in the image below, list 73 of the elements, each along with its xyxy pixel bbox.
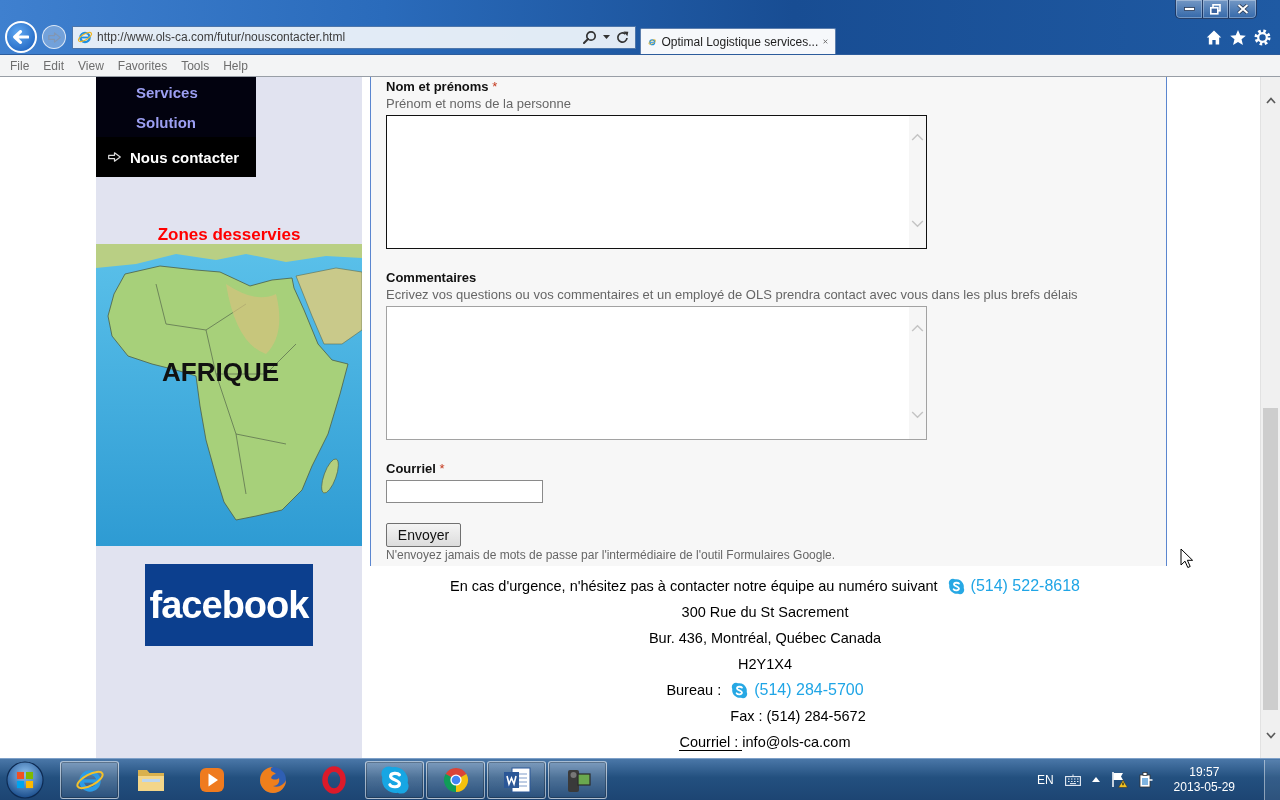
caret-up-icon[interactable] bbox=[1091, 777, 1100, 782]
map-label: AFRIQUE bbox=[162, 358, 279, 386]
sidebar-item[interactable]: Solution bbox=[96, 107, 256, 137]
facebook-logo[interactable]: facebook bbox=[145, 564, 313, 646]
menu-item[interactable]: Edit bbox=[36, 58, 72, 73]
help-text: Prénom et noms de la personne bbox=[386, 95, 572, 112]
menu-item[interactable]: Tools bbox=[174, 58, 217, 73]
menu-item[interactable]: Help bbox=[216, 58, 255, 73]
search-icon[interactable] bbox=[583, 30, 597, 44]
arrow-right-icon bbox=[47, 31, 61, 43]
email-label: Courriel : bbox=[679, 733, 743, 751]
address-field[interactable]: http://www.ols-ca.com/futur/nouscontacter.html bbox=[72, 25, 636, 49]
arrow-left-icon bbox=[13, 30, 29, 44]
taskbar-app-button[interactable] bbox=[548, 760, 607, 799]
segmented-circle-icon bbox=[441, 765, 470, 794]
menu-item[interactable]: View bbox=[71, 58, 111, 73]
e-logo-icon bbox=[77, 29, 93, 45]
chevron-up-icon[interactable] bbox=[1265, 97, 1276, 104]
footer-text: H2Y1X4 bbox=[738, 656, 792, 672]
scroll-thumb[interactable] bbox=[1263, 408, 1278, 710]
folder-icon bbox=[136, 767, 165, 792]
taskbar-app-button[interactable] bbox=[487, 760, 546, 799]
globe-icon bbox=[258, 765, 287, 794]
clock[interactable]: 19:57 2013-05-29 bbox=[1173, 764, 1235, 795]
footer-text: Bur. 436, Montréal, Québec Canada bbox=[648, 630, 882, 646]
help-text: Ecrivez vos questions ou vos commentaires et un employé de OLS prendra contact avec vous dans les plus brefs délais bbox=[386, 286, 1079, 303]
settings-icon[interactable] bbox=[1254, 28, 1271, 46]
page-scrollbar[interactable] bbox=[1260, 77, 1280, 758]
back-button[interactable] bbox=[5, 21, 37, 53]
text-input-field[interactable] bbox=[386, 480, 543, 503]
play-icon bbox=[198, 766, 225, 793]
taskbar-app-button[interactable] bbox=[365, 760, 424, 799]
submit-button[interactable]: Envoyer bbox=[386, 523, 461, 547]
caret-down-icon[interactable] bbox=[603, 35, 610, 39]
star-icon[interactable] bbox=[1230, 29, 1246, 45]
taskbar-app-button[interactable] bbox=[60, 760, 119, 799]
minimize-icon bbox=[1183, 7, 1195, 11]
close-icon bbox=[1236, 4, 1249, 14]
browser-tab[interactable]: Optimal Logistique services... bbox=[640, 28, 836, 54]
close-icon[interactable] bbox=[823, 37, 828, 46]
sidebar-item[interactable]: Nous contacter bbox=[96, 137, 256, 177]
footer-text: Bureau : bbox=[666, 682, 722, 698]
flag-icon[interactable] bbox=[1110, 771, 1128, 788]
document-icon bbox=[502, 766, 531, 793]
menu-item[interactable]: File bbox=[3, 58, 37, 73]
restore-icon bbox=[1210, 3, 1221, 15]
field-label: Nom et prénoms * bbox=[386, 78, 499, 95]
field-label: Commentaires bbox=[386, 269, 478, 286]
minimize-button[interactable] bbox=[1175, 0, 1203, 19]
footer-text: Fax : (514) 284-5672 bbox=[730, 708, 866, 724]
home-icon[interactable] bbox=[1206, 29, 1222, 45]
power-icon[interactable] bbox=[1138, 771, 1153, 788]
sidebar-item[interactable]: Services bbox=[96, 77, 256, 107]
language-indicator[interactable]: EN bbox=[1036, 772, 1054, 787]
start-orb-icon bbox=[6, 760, 44, 799]
mouse-pointer-icon bbox=[1180, 548, 1193, 569]
footer-text: 300 Rue du St Sacrement bbox=[681, 604, 849, 620]
footer-text: En cas d'urgence, n'hésitez pas à contacter notre équipe au numéro suivant bbox=[450, 578, 938, 594]
close-button[interactable] bbox=[1229, 0, 1257, 19]
start-button[interactable] bbox=[4, 759, 46, 800]
show-desktop-button[interactable] bbox=[1264, 759, 1280, 800]
ring-icon bbox=[321, 765, 346, 794]
taskbar-app-button[interactable] bbox=[426, 760, 485, 799]
restore-button[interactable] bbox=[1203, 0, 1229, 19]
arrow-right-icon bbox=[108, 152, 121, 162]
section-title: Zones desservies bbox=[157, 225, 301, 244]
email-text: info@ols-ca.com bbox=[742, 734, 851, 750]
field-label: Courriel * bbox=[386, 460, 446, 477]
menu-item[interactable]: Favorites bbox=[110, 58, 175, 73]
form-note: N'envoyez jamais de mots de passe par l'intermédiaire de l'outil Formulaires Google. bbox=[386, 547, 837, 564]
keyboard-icon[interactable] bbox=[1064, 773, 1081, 786]
refresh-icon[interactable] bbox=[616, 30, 629, 44]
chevron-down-icon[interactable] bbox=[1265, 732, 1276, 739]
